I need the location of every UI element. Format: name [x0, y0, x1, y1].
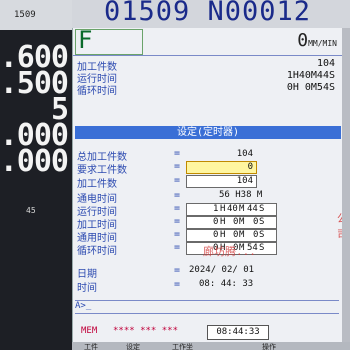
- status-mode: MEM: [81, 326, 98, 336]
- cutting-time-field[interactable]: 0H 0M 0S: [186, 216, 277, 229]
- setting-label: 要求工件数: [77, 165, 127, 176]
- status-stars: **** *** ***: [113, 326, 179, 336]
- position-panel: .600 .500 5 .000 .000 45: [0, 0, 72, 350]
- status-time: 08:44:33: [207, 325, 269, 340]
- timer-label: 通用时间: [77, 233, 117, 244]
- required-parts-field[interactable]: 0: [186, 161, 257, 174]
- power-on-label: 通电时间: [77, 194, 117, 205]
- free-purpose-time-field[interactable]: 0H 0M 0S: [186, 229, 277, 242]
- info-value: 104: [316, 58, 335, 69]
- status-bar: MEM **** *** *** 08:44:33: [75, 325, 339, 340]
- timer-settings-screen: F 0MM/MIN 加工件数 104 运行时间 1H40M44S 循环时间 0H…: [72, 26, 348, 342]
- parts-count-field[interactable]: 104: [186, 175, 257, 188]
- equals-sign: =: [174, 161, 181, 172]
- setting-label: 加工件数: [77, 179, 117, 190]
- feed-mode-box: F: [75, 26, 143, 55]
- program-header: 01509 N00012: [72, 0, 350, 28]
- info-row: 循环时间 0H 0M54S: [77, 82, 339, 97]
- power-on-value: 56 H38 M: [219, 190, 263, 200]
- timer-label: 加工时间: [77, 220, 117, 231]
- feed-speed-unit: MM/MIN: [308, 39, 337, 48]
- equals-sign: =: [174, 175, 181, 186]
- equals-sign: =: [174, 265, 181, 276]
- watermark: 廊坊腾...: [203, 245, 256, 258]
- command-input[interactable]: A>_: [75, 300, 339, 314]
- position-value: .000: [0, 144, 69, 179]
- equals-sign: =: [174, 148, 181, 159]
- softkey-workpiece[interactable]: 工件: [84, 342, 98, 350]
- section-title-bar: 设定(定时器): [75, 126, 341, 139]
- info-value: 0H 0M54S: [286, 82, 335, 93]
- date-field[interactable]: 2024/ 02/ 01: [189, 265, 254, 275]
- divider: [73, 55, 343, 56]
- info-value: 1H40M44S: [286, 70, 335, 81]
- equals-sign: =: [174, 190, 181, 201]
- equals-sign: =: [174, 279, 181, 290]
- softkey-work-coord[interactable]: 工作坐: [172, 342, 193, 350]
- equals-sign: =: [174, 242, 181, 253]
- time-field[interactable]: 08: 44: 33: [199, 279, 253, 289]
- timer-label: 循环时间: [77, 246, 117, 257]
- time-label: 时间: [77, 283, 97, 294]
- left-header-label: 1509: [14, 10, 36, 20]
- info-row: 运行时间 1H40M44S: [77, 70, 339, 85]
- right-bezel: [342, 28, 350, 342]
- program-number: 01509 N00012: [104, 0, 312, 27]
- equals-sign: =: [174, 229, 181, 240]
- feed-speed-value: 0: [297, 30, 309, 51]
- small-value: 45: [26, 206, 36, 215]
- softkey-bar: 工件 设定 工作坐 操作: [72, 342, 350, 350]
- softkey-setting[interactable]: 设定: [126, 342, 140, 350]
- run-time-field[interactable]: 1H 40 M 44 S: [186, 203, 277, 216]
- equals-sign: =: [174, 216, 181, 227]
- date-label: 日期: [77, 269, 97, 280]
- equals-sign: =: [174, 203, 181, 214]
- left-header: 1509: [0, 0, 72, 30]
- info-label: 循环时间: [77, 86, 117, 97]
- timer-label: 运行时间: [77, 207, 117, 218]
- feed-mode-letter: F: [78, 26, 93, 54]
- softkey-operation[interactable]: 操作: [262, 342, 276, 350]
- info-row: 加工件数 104: [77, 58, 339, 73]
- feed-speed: 0MM/MIN: [297, 30, 337, 51]
- setting-value: 104: [236, 149, 253, 159]
- setting-label: 总加工件数: [77, 152, 127, 163]
